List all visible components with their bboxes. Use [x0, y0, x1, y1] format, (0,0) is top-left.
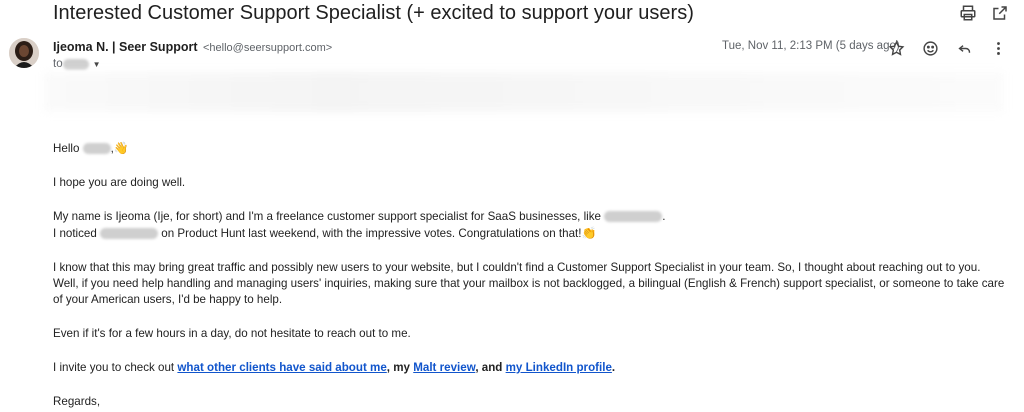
email-subject: Interested Customer Support Specialist (…: [53, 2, 694, 24]
emoji-reaction-icon[interactable]: [920, 38, 940, 58]
redacted-product: [100, 228, 159, 240]
sender-line: Ijeoma N. | Seer Support <hello@seersupp…: [53, 40, 332, 54]
email-date: Tue, Nov 11, 2:13 PM (5 days ago): [722, 40, 900, 52]
greeting-line: Hello ,👋: [53, 140, 1008, 157]
separator: , my: [386, 361, 410, 374]
more-vert-icon[interactable]: [988, 38, 1008, 58]
message-actions: [886, 38, 1008, 58]
sender-name: Ijeoma N. | Seer Support: [53, 40, 198, 54]
linkedin-profile-link[interactable]: my LinkedIn profile: [506, 361, 612, 374]
avatar: [9, 38, 39, 68]
email-body: Hello ,👋 I hope you are doing well. My n…: [53, 140, 1008, 410]
separator: , and: [475, 361, 503, 374]
malt-review-link[interactable]: Malt review: [413, 361, 475, 374]
body-line: I invite you to check out what other cli…: [53, 360, 1008, 376]
greeting-text: Hello: [53, 142, 80, 155]
star-icon[interactable]: [886, 38, 906, 58]
top-actions: [958, 3, 1010, 23]
redacted-name: [82, 143, 111, 155]
redacted-company: [604, 211, 663, 223]
body-line: My name is Ijeoma (Ije, for short) and I…: [53, 209, 1008, 225]
wave-emoji: 👋: [113, 141, 129, 155]
body-line: I noticed on Product Hunt last weekend, …: [53, 225, 1008, 242]
body-line: I know that this may bring great traffic…: [53, 261, 981, 274]
blurred-region: [44, 72, 1004, 112]
redacted-recipient: [62, 58, 89, 70]
open-in-new-icon[interactable]: [990, 3, 1010, 23]
body-line: Even if it's for a few hours in a day, d…: [53, 327, 411, 340]
body-line: Well, if you need help handling and mana…: [53, 277, 1005, 306]
period: .: [611, 361, 616, 374]
invite-text: I invite you to check out: [53, 361, 175, 374]
reply-icon[interactable]: [954, 38, 974, 58]
testimonials-link[interactable]: what other clients have said about me: [177, 361, 386, 374]
period: .: [662, 210, 666, 223]
clap-emoji: 👏: [581, 226, 597, 240]
sender-email: <hello@seersupport.com>: [203, 42, 333, 54]
noticed-text: I noticed: [53, 227, 97, 240]
intro-text: My name is Ijeoma (Ije, for short) and I…: [53, 210, 601, 223]
signoff: Regards,: [53, 395, 101, 408]
congrats-text: on Product Hunt last weekend, with the i…: [161, 227, 582, 240]
chevron-down-icon[interactable]: ▼: [93, 60, 101, 69]
recipients-toggle[interactable]: to ▼: [53, 58, 101, 70]
to-label: to: [53, 58, 63, 70]
body-line: I hope you are doing well.: [53, 176, 186, 189]
print-icon[interactable]: [958, 3, 978, 23]
